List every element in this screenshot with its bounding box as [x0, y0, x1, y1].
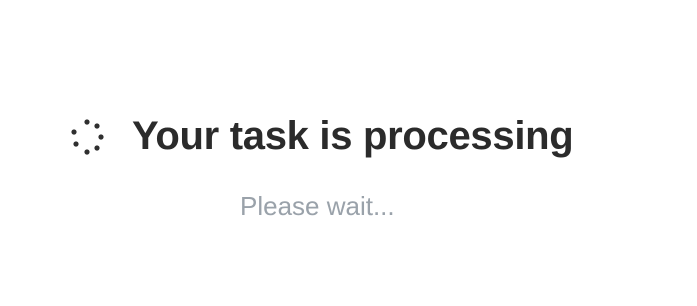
- processing-title: Your task is processing: [132, 114, 574, 158]
- please-wait-text: Please wait...: [240, 191, 395, 221]
- processing-screen: Your task is processing Please wait...: [0, 0, 697, 306]
- loading-spinner-icon: [66, 116, 108, 158]
